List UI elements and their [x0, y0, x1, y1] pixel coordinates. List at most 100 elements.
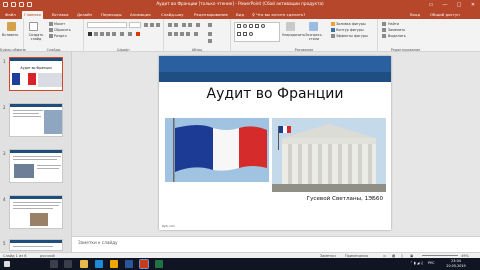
quick-styles-button[interactable]: Экспресс-стили: [302, 33, 326, 41]
tab-insert[interactable]: Вставка: [50, 11, 71, 19]
clock[interactable]: 23:04 20.05.2019: [441, 259, 471, 268]
rectangle-shape-icon[interactable]: [237, 24, 241, 28]
slide-canvas[interactable]: Аудит во Франции Гусевой Светланы, 1ЭБ60…: [159, 56, 391, 230]
slide-thumbnail-3[interactable]: [9, 149, 63, 183]
char-spacing-icon[interactable]: [120, 32, 124, 36]
tab-view[interactable]: Вид: [234, 11, 246, 19]
slide-thumbnail-2[interactable]: [9, 103, 63, 137]
increase-indent-icon[interactable]: [188, 23, 192, 27]
strikethrough-icon[interactable]: [106, 32, 110, 36]
section-button[interactable]: Раздел: [54, 34, 67, 38]
align-left-icon[interactable]: [168, 32, 172, 36]
triangle-shape-icon[interactable]: [237, 32, 241, 36]
paste-button[interactable]: Вставить: [2, 33, 18, 37]
zoom-level[interactable]: 49%: [461, 254, 469, 258]
quick-styles-icon[interactable]: [309, 22, 318, 31]
slide-thumbnail-pane[interactable]: 1 Аудит во Франции 2 3 4 5: [0, 52, 72, 252]
font-name-dropdown[interactable]: [87, 22, 127, 28]
close-icon[interactable]: ✕: [466, 0, 480, 10]
slide-thumbnail-1[interactable]: Аудит во Франции: [9, 57, 63, 91]
align-right-icon[interactable]: [180, 32, 184, 36]
notes-toggle[interactable]: Заметки: [320, 254, 336, 258]
shape-fill-button[interactable]: Заливка фигуры: [336, 22, 366, 26]
tab-review[interactable]: Рецензирование: [192, 11, 230, 19]
share-button[interactable]: Общий доступ: [430, 11, 460, 19]
french-flag-image[interactable]: [165, 118, 269, 182]
arrange-icon[interactable]: [286, 22, 295, 31]
bold-icon[interactable]: [88, 32, 92, 36]
line-spacing-icon[interactable]: [196, 23, 200, 27]
replace-button[interactable]: Заменить: [388, 28, 405, 32]
sorter-view-icon[interactable]: ▦: [392, 254, 395, 258]
powerpoint-icon[interactable]: [139, 259, 149, 269]
tab-slideshow[interactable]: Слайд-шоу: [159, 11, 185, 19]
shape-outline-button[interactable]: Контур фигуры: [336, 28, 364, 32]
signin-link[interactable]: Вход: [410, 11, 420, 19]
ribbon-options-icon[interactable]: ▭: [424, 0, 438, 10]
italic-icon[interactable]: [94, 32, 98, 36]
change-case-icon[interactable]: [128, 32, 132, 36]
font-size-dropdown[interactable]: [129, 22, 141, 28]
oval-shape-icon[interactable]: [243, 24, 247, 28]
language-indicator[interactable]: русский: [40, 254, 55, 258]
tab-design[interactable]: Дизайн: [75, 11, 94, 19]
arrow-shape-icon[interactable]: [261, 24, 265, 28]
columns-icon[interactable]: [194, 32, 198, 36]
bullets-icon[interactable]: [168, 23, 172, 27]
slide-title[interactable]: Аудит во Франции: [159, 86, 391, 102]
smartart-icon[interactable]: [208, 39, 212, 43]
slide-subtitle[interactable]: Гусевой Светланы, 1ЭБ60: [307, 196, 383, 202]
task-view-icon[interactable]: [64, 260, 72, 268]
select-button[interactable]: Выделить: [388, 34, 406, 38]
slide-thumbnail-5[interactable]: [9, 239, 63, 251]
decrease-indent-icon[interactable]: [182, 23, 186, 27]
increase-font-icon[interactable]: [144, 23, 148, 27]
start-icon[interactable]: [4, 261, 10, 267]
reading-view-icon[interactable]: ▯: [401, 254, 403, 258]
new-slide-button[interactable]: Создать слайд: [25, 33, 47, 41]
thumbnail-text-line: [13, 116, 41, 117]
callout-shape-icon[interactable]: [249, 32, 253, 36]
excel-icon[interactable]: [155, 260, 163, 268]
slide-thumbnail-4[interactable]: [9, 195, 63, 229]
search-icon[interactable]: [50, 260, 58, 268]
tell-me-search[interactable]: ♀ Что вы хотите сделать?: [252, 11, 305, 19]
new-slide-icon[interactable]: [29, 22, 38, 31]
edge-icon[interactable]: [95, 260, 103, 268]
shape-effects-button[interactable]: Эффекты фигуры: [336, 34, 368, 38]
browser-icon[interactable]: [110, 260, 118, 268]
decrease-font-icon[interactable]: [150, 23, 154, 27]
explorer-icon[interactable]: [80, 260, 88, 268]
underline-icon[interactable]: [100, 32, 104, 36]
reset-button[interactable]: Сбросить: [54, 28, 71, 32]
layout-button[interactable]: Макет: [54, 22, 65, 26]
word-icon[interactable]: [125, 260, 133, 268]
numbering-icon[interactable]: [174, 23, 178, 27]
paste-icon[interactable]: [7, 22, 16, 31]
input-language[interactable]: РУС: [428, 261, 434, 266]
comments-toggle[interactable]: Примечания: [345, 254, 368, 258]
maximize-icon[interactable]: □: [452, 0, 466, 10]
align-text-icon[interactable]: [208, 32, 212, 36]
justify-icon[interactable]: [186, 32, 190, 36]
slideshow-view-icon[interactable]: ▣: [410, 254, 413, 258]
minimize-icon[interactable]: —: [438, 0, 452, 10]
line-shape-icon[interactable]: [255, 24, 259, 28]
text-direction-icon[interactable]: [208, 23, 212, 27]
rounded-rect-shape-icon[interactable]: [249, 24, 253, 28]
find-button[interactable]: Найти: [388, 22, 399, 26]
shadow-icon[interactable]: [112, 32, 116, 36]
notes-pane[interactable]: Заметки к слайду: [72, 236, 480, 252]
tab-transitions[interactable]: Переходы: [99, 11, 124, 19]
thumbnail-flag-image: [12, 73, 36, 85]
tab-animations[interactable]: Анимация: [128, 11, 153, 19]
font-color-icon[interactable]: [136, 32, 140, 36]
align-center-icon[interactable]: [174, 32, 178, 36]
clear-format-icon[interactable]: [156, 23, 160, 27]
tab-home[interactable]: Главная: [22, 11, 43, 19]
tab-file[interactable]: Файл: [3, 11, 18, 19]
building-image[interactable]: [272, 118, 386, 192]
star-shape-icon[interactable]: [243, 32, 247, 36]
zoom-slider[interactable]: [422, 255, 458, 256]
normal-view-icon[interactable]: ▭: [383, 254, 386, 258]
